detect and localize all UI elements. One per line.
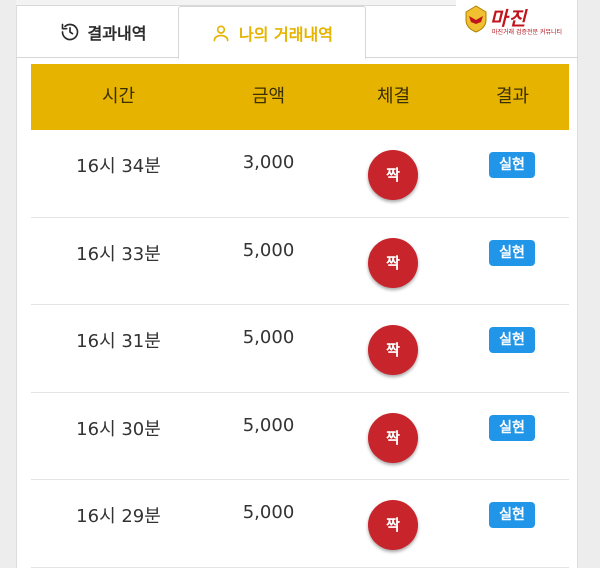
- time-cell: 16시 30분: [76, 418, 161, 440]
- history-icon: [60, 22, 80, 42]
- result-badge: 실현: [489, 414, 535, 441]
- table-row: 16시 33분 5,000 짝 실현: [31, 218, 569, 305]
- table-row: 16시 31분 5,000 짝 실현: [31, 305, 569, 393]
- header-amount: 금액: [251, 86, 286, 107]
- amount-cell: 5,000: [242, 502, 295, 523]
- logo-subtext: 마진거래 검증전문 커뮤니티: [492, 29, 563, 36]
- result-badge: 실현: [489, 239, 535, 266]
- header-time: 시간: [101, 86, 136, 107]
- bet-badge: 짝: [368, 237, 418, 288]
- header-execution: 체결: [376, 86, 411, 107]
- trade-table-body: 16시 34분 3,000 짝 실현 16시 33분 5,000 짝 실현 16…: [31, 130, 569, 568]
- tab-label: 결과내역: [87, 24, 147, 43]
- tab-my-trades[interactable]: 나의 거래내역: [178, 6, 366, 59]
- table-row: 16시 29분 5,000 짝 실현: [31, 480, 569, 568]
- table-row: 16시 30분 5,000 짝 실현: [31, 393, 569, 480]
- table-row: 16시 34분 3,000 짝 실현: [31, 130, 569, 218]
- site-logo[interactable]: 마진 마진거래 검증전문 커뮤니티: [462, 2, 598, 38]
- amount-cell: 5,000: [242, 327, 295, 348]
- user-icon: [211, 23, 231, 43]
- time-cell: 16시 34분: [76, 156, 161, 177]
- bet-badge: 짝: [368, 500, 418, 550]
- bet-badge: 짝: [368, 412, 418, 463]
- bet-badge: 짝: [368, 325, 418, 375]
- amount-cell: 5,000: [242, 239, 295, 261]
- tab-label: 나의 거래내역: [239, 24, 333, 44]
- amount-cell: 3,000: [242, 152, 295, 173]
- bet-badge: 짝: [368, 150, 418, 200]
- table-header: 시간 금액 체결 결과: [31, 64, 569, 130]
- time-cell: 16시 31분: [76, 331, 161, 352]
- result-badge: 실현: [489, 152, 535, 178]
- amount-cell: 5,000: [242, 414, 295, 436]
- result-badge: 실현: [489, 327, 535, 353]
- header-result: 결과: [495, 86, 530, 107]
- result-badge: 실현: [489, 502, 535, 528]
- time-cell: 16시 29분: [76, 506, 161, 527]
- tab-result-history[interactable]: 결과내역: [30, 6, 176, 58]
- time-cell: 16시 33분: [76, 243, 161, 265]
